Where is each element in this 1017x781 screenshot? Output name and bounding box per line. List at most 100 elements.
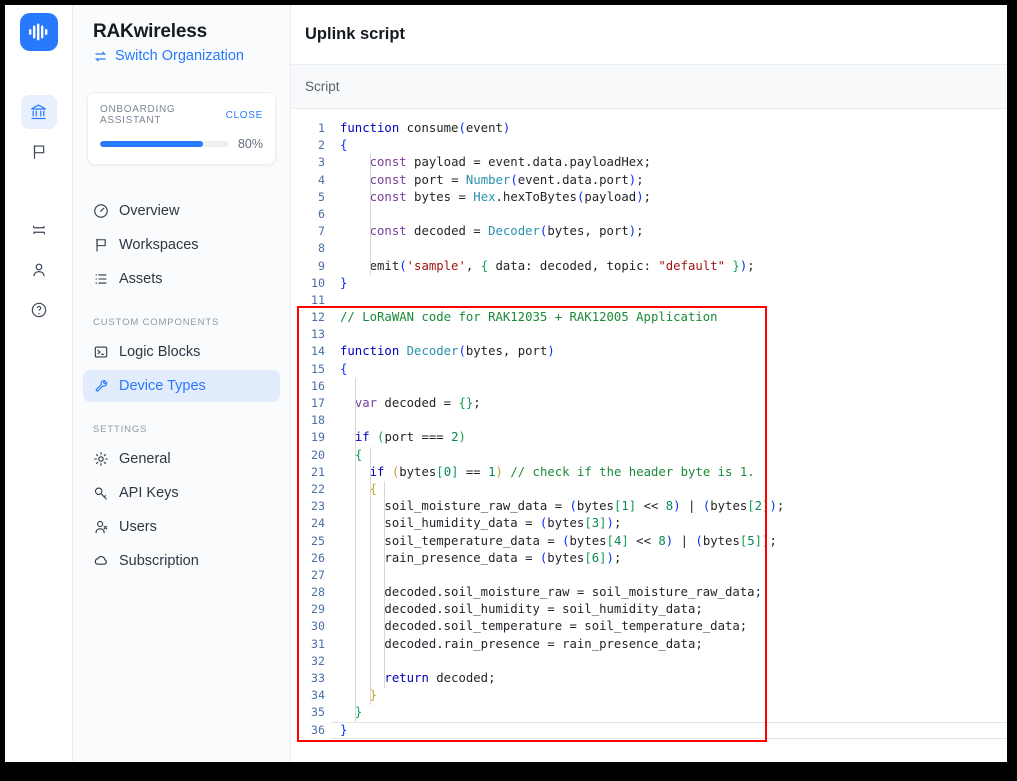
code-text[interactable] — [331, 206, 340, 223]
sidebar-item-workspaces[interactable]: Workspaces — [83, 229, 280, 261]
code-text[interactable] — [331, 567, 340, 584]
code-line[interactable]: 5 const bytes = Hex.hexToBytes(payload); — [291, 189, 1007, 206]
code-lines[interactable]: 1 function consume(event) 2{3 const payloa… — [291, 109, 1007, 739]
rail-item-transfer[interactable] — [21, 213, 57, 247]
code-text[interactable]: } — [331, 704, 362, 721]
code-line[interactable]: 30 decoded.soil_temperature = soil_tempe… — [291, 618, 1007, 635]
code-line[interactable]: 11 — [291, 292, 1007, 309]
sidebar-item-general[interactable]: General — [83, 443, 280, 475]
code-text[interactable] — [331, 240, 340, 257]
code-line[interactable]: 1 function consume(event) — [291, 120, 1007, 137]
code-editor[interactable]: 1 function consume(event) 2{3 const payloa… — [291, 109, 1007, 762]
code-text[interactable]: const port = Number(event.data.port); — [331, 172, 644, 189]
code-line[interactable]: 24 soil_humidity_data = (bytes[3]); — [291, 515, 1007, 532]
sidebar-item-subscription[interactable]: Subscription — [83, 545, 280, 577]
code-text[interactable]: { — [331, 361, 347, 378]
code-line[interactable]: 15 { — [291, 361, 1007, 378]
code-text[interactable]: soil_humidity_data = (bytes[3]); — [331, 515, 621, 532]
code-line[interactable]: 10} — [291, 275, 1007, 292]
code-line[interactable]: 13 — [291, 326, 1007, 343]
code-line[interactable]: 32 — [291, 653, 1007, 670]
code-text[interactable] — [331, 378, 340, 395]
code-line[interactable]: 3 const payload = event.data.payloadHex; — [291, 154, 1007, 171]
sidebar-item-device-types[interactable]: Device Types — [83, 370, 280, 402]
code-line[interactable]: 35 } — [291, 704, 1007, 721]
code-text[interactable]: decoded.soil_humidity = soil_humidity_da… — [331, 601, 702, 618]
sidebar-item-logic-blocks[interactable]: Logic Blocks — [83, 336, 280, 368]
code-text[interactable]: { — [331, 137, 347, 154]
code-line[interactable]: 20 { — [291, 447, 1007, 464]
code-text[interactable]: // LoRaWAN code for RAK12035 + RAK12005 … — [331, 309, 718, 326]
code-text[interactable]: } — [331, 722, 347, 739]
rail-item-help[interactable] — [21, 293, 57, 327]
code-line[interactable]: 14 function Decoder(bytes, port) — [291, 343, 1007, 360]
code-line[interactable]: 7 const decoded = Decoder(bytes, port); — [291, 223, 1007, 240]
code-text[interactable] — [331, 653, 340, 670]
code-line[interactable]: 2{ — [291, 137, 1007, 154]
code-line[interactable]: 21 if (bytes[0] == 1) // check if the he… — [291, 464, 1007, 481]
code-text[interactable]: function Decoder(bytes, port) — [331, 343, 555, 360]
code-text[interactable] — [331, 326, 340, 343]
code-line[interactable]: 9 emit('sample', { data: decoded, topic:… — [291, 258, 1007, 275]
sidebar-item-api-keys[interactable]: API Keys — [83, 477, 280, 509]
code-text[interactable]: } — [331, 275, 347, 292]
code-line[interactable]: 8 — [291, 240, 1007, 257]
rail-item-organization[interactable] — [20, 95, 57, 129]
code-line[interactable]: 26 rain_presence_data = (bytes[6]); — [291, 550, 1007, 567]
code-text[interactable]: const bytes = Hex.hexToBytes(payload); — [331, 189, 651, 206]
line-number: 2 — [318, 138, 325, 153]
line-number: 12 — [311, 310, 325, 325]
code-line[interactable]: 28 decoded.soil_moisture_raw = soil_mois… — [291, 584, 1007, 601]
code-line[interactable]: 23 soil_moisture_raw_data = (bytes[1] <<… — [291, 498, 1007, 515]
code-token: decoded.soil_temperature = soil_temperat… — [340, 619, 748, 634]
rail-item-workspaces[interactable] — [21, 135, 57, 169]
code-line[interactable]: 16 — [291, 378, 1007, 395]
code-text[interactable] — [331, 412, 340, 429]
switch-organization-button[interactable]: Switch Organization — [73, 43, 290, 64]
onboarding-close-button[interactable]: CLOSE — [226, 110, 263, 121]
code-text[interactable]: decoded.soil_temperature = soil_temperat… — [331, 618, 747, 635]
code-line[interactable]: 36} — [291, 721, 1007, 739]
code-line[interactable]: 25 soil_temperature_data = (bytes[4] << … — [291, 533, 1007, 550]
code-line[interactable]: 19 if (port === 2) — [291, 429, 1007, 446]
code-text[interactable]: if (bytes[0] == 1) // check if the heade… — [331, 464, 755, 481]
code-token: bytes = — [406, 189, 474, 204]
code-line[interactable]: 22 { — [291, 481, 1007, 498]
sidebar-item-assets[interactable]: Assets — [83, 263, 280, 295]
code-line[interactable]: 12 // LoRaWAN code for RAK12035 + RAK1200… — [291, 309, 1007, 326]
code-text[interactable]: { — [331, 447, 362, 464]
code-text[interactable]: var decoded = {}; — [331, 395, 481, 412]
line-number: 31 — [311, 636, 325, 651]
code-text[interactable]: const payload = event.data.payloadHex; — [331, 154, 651, 171]
code-text[interactable]: const decoded = Decoder(bytes, port); — [331, 223, 644, 240]
code-text[interactable]: function consume(event) — [331, 120, 510, 137]
line-number: 24 — [311, 516, 325, 531]
sidebar-item-users[interactable]: Users — [83, 511, 280, 543]
code-token: event.data.port — [517, 172, 629, 187]
code-line[interactable]: 6 — [291, 206, 1007, 223]
code-text[interactable]: soil_moisture_raw_data = (bytes[1] << 8)… — [331, 498, 784, 515]
code-text[interactable]: decoded.soil_moisture_raw = soil_moistur… — [331, 584, 762, 601]
code-line[interactable]: 31 decoded.rain_presence = rain_presence… — [291, 636, 1007, 653]
rail-item-account[interactable] — [21, 253, 57, 287]
code-line[interactable]: 18 — [291, 412, 1007, 429]
code-text[interactable]: decoded.rain_presence = rain_presence_da… — [331, 636, 702, 653]
code-text[interactable]: rain_presence_data = (bytes[6]); — [331, 550, 621, 567]
code-line[interactable]: 4 const port = Number(event.data.port); — [291, 172, 1007, 189]
tab-script[interactable]: Script — [305, 79, 340, 94]
rakwireless-logo[interactable] — [19, 13, 58, 51]
code-text[interactable] — [331, 292, 340, 309]
code-line[interactable]: 17 var decoded = {}; — [291, 395, 1007, 412]
switch-arrows-icon — [94, 50, 107, 62]
sidebar-item-overview[interactable]: Overview — [83, 195, 280, 227]
code-line[interactable]: 34 } — [291, 687, 1007, 704]
code-text[interactable]: if (port === 2) — [331, 429, 466, 446]
code-text[interactable]: emit('sample', { data: decoded, topic: "… — [331, 258, 755, 275]
code-line[interactable]: 29 decoded.soil_humidity = soil_humidity… — [291, 601, 1007, 618]
code-line[interactable]: 33 return decoded; — [291, 670, 1007, 687]
code-line[interactable]: 27 — [291, 567, 1007, 584]
code-text[interactable]: soil_temperature_data = (bytes[4] << 8) … — [331, 533, 776, 550]
